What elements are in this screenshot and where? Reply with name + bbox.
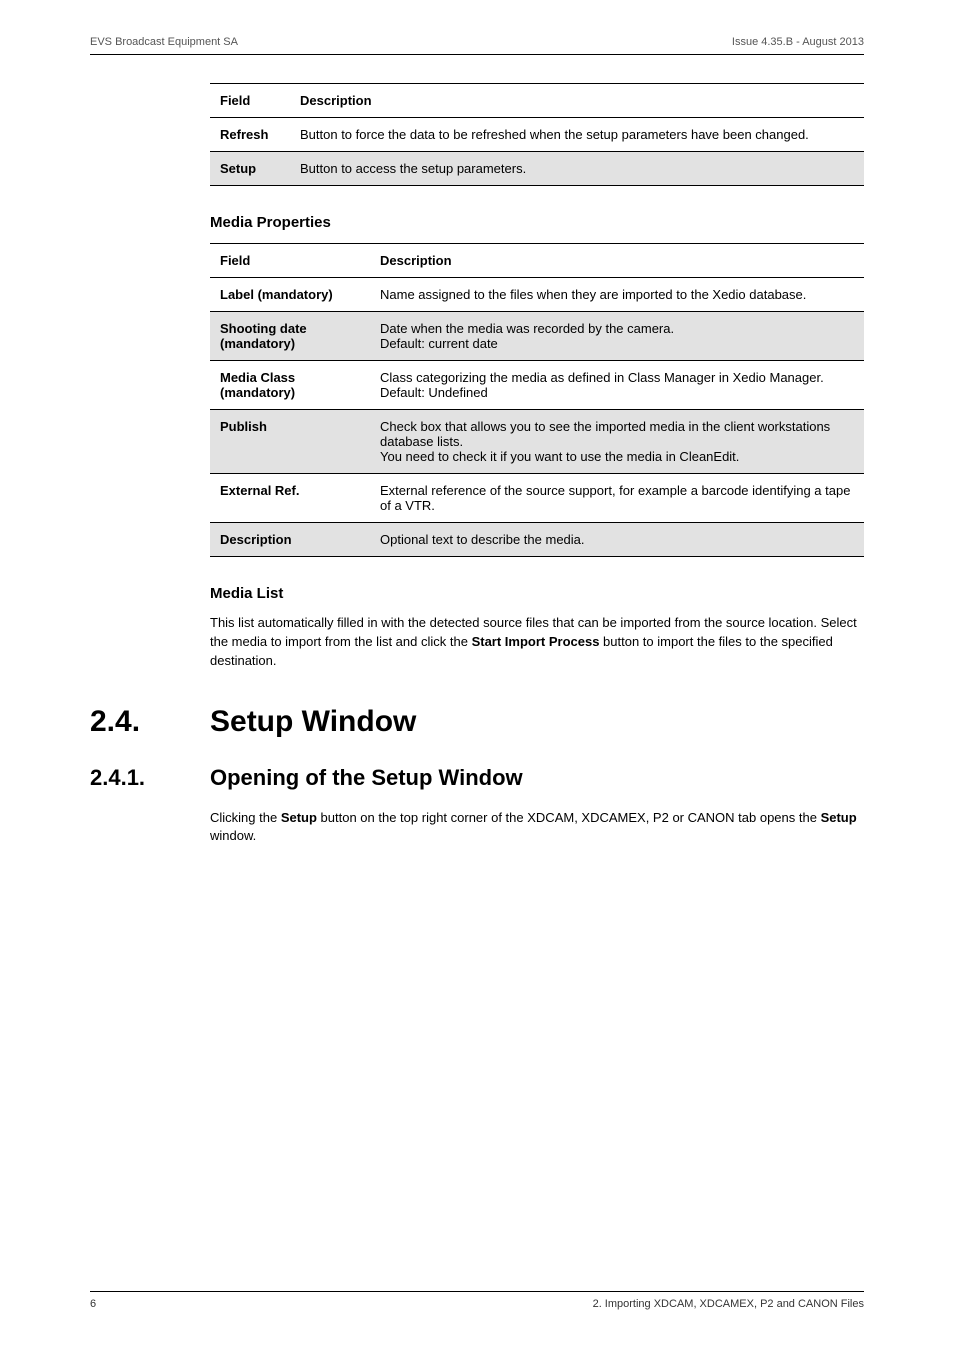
footer-page-number: 6	[90, 1298, 96, 1310]
media-properties-table: Field Description Label (mandatory) Name…	[210, 243, 864, 557]
table-row: External Ref. External reference of the …	[210, 474, 864, 523]
table-header: Field	[210, 84, 290, 118]
header-left: EVS Broadcast Equipment SA	[90, 36, 238, 48]
table-row: Publish Check box that allows you to see…	[210, 410, 864, 474]
cell-desc: Date when the media was recorded by the …	[370, 312, 864, 361]
section-title: Setup Window	[210, 705, 416, 739]
table-row: Setup Button to access the setup paramet…	[210, 152, 864, 186]
media-list-heading: Media List	[210, 585, 864, 602]
cell-field: Shooting date (mandatory)	[220, 321, 307, 351]
table-row: Shooting date (mandatory) Date when the …	[210, 312, 864, 361]
cell-desc: Button to access the setup parameters.	[290, 152, 864, 186]
table-row: Description Optional text to describe th…	[210, 523, 864, 557]
table-row: Media Class (mandatory) Class categorizi…	[210, 361, 864, 410]
page-header: EVS Broadcast Equipment SA Issue 4.35.B …	[90, 36, 864, 55]
section-number: 2.4.	[90, 705, 210, 739]
field-description-table-1: Field Description Refresh Button to forc…	[210, 83, 864, 186]
table-header: Field	[210, 244, 370, 278]
table-header: Description	[290, 84, 864, 118]
cell-field: Refresh	[220, 127, 268, 142]
media-list-body: This list automatically filled in with t…	[210, 614, 864, 671]
cell-field: Publish	[220, 419, 267, 434]
footer-section-title: 2. Importing XDCAM, XDCAMEX, P2 and CANO…	[593, 1298, 864, 1310]
section-2-4: 2.4. Setup Window	[90, 705, 864, 739]
cell-desc: Class categorizing the media as defined …	[370, 361, 864, 410]
cell-desc: Name assigned to the files when they are…	[370, 278, 864, 312]
header-right: Issue 4.35.B - August 2013	[732, 36, 864, 48]
page-footer: 6 2. Importing XDCAM, XDCAMEX, P2 and CA…	[90, 1291, 864, 1310]
section-2-4-1-body: Clicking the Setup button on the top rig…	[210, 809, 864, 847]
table-header: Description	[370, 244, 864, 278]
table-row: Refresh Button to force the data to be r…	[210, 118, 864, 152]
section-number: 2.4.1.	[90, 765, 210, 791]
cell-field: Label (mandatory)	[220, 287, 333, 302]
cell-field: Description	[220, 532, 292, 547]
cell-field: External Ref.	[220, 483, 299, 498]
media-properties-heading: Media Properties	[210, 214, 864, 231]
cell-desc: Check box that allows you to see the imp…	[370, 410, 864, 474]
table-row: Label (mandatory) Name assigned to the f…	[210, 278, 864, 312]
cell-field: Setup	[220, 161, 256, 176]
cell-desc: External reference of the source support…	[370, 474, 864, 523]
cell-desc: Optional text to describe the media.	[370, 523, 864, 557]
cell-field: Media Class (mandatory)	[220, 370, 295, 400]
section-title: Opening of the Setup Window	[210, 765, 523, 791]
section-2-4-1: 2.4.1. Opening of the Setup Window	[90, 765, 864, 791]
cell-desc: Button to force the data to be refreshed…	[290, 118, 864, 152]
